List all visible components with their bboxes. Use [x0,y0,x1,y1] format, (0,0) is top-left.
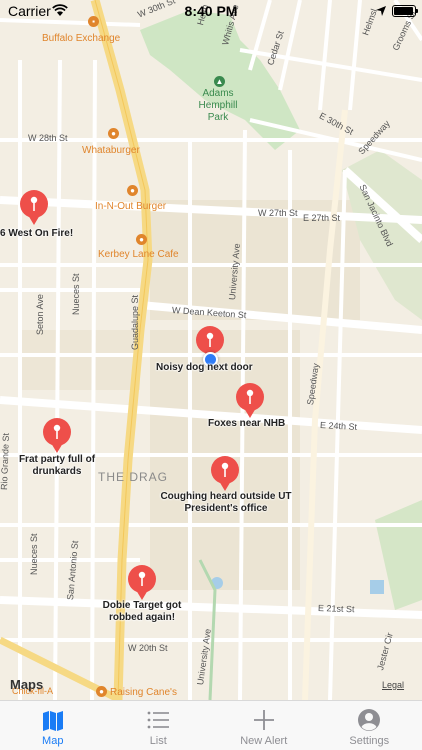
street-label: Nueces St [71,273,81,315]
alert-pin[interactable] [43,418,71,454]
street-label: W 27th St [258,208,298,218]
street-label: E 27th St [303,213,341,223]
food-icon: ● [96,686,107,697]
tab-list[interactable]: List [106,701,212,750]
map-icon [42,711,63,731]
maps-attribution: Maps [10,677,44,692]
street-label: E 24th St [319,420,358,432]
poi-adams-hemphill-park[interactable]: Adams Hemphill Park [192,88,244,124]
alert-label[interactable]: 6 West On Fire! [0,228,73,240]
poi-raising-canes[interactable]: Raising Cane's [110,687,177,698]
food-icon: ● [127,185,138,196]
tab-label: Settings [349,735,390,747]
alert-pin[interactable] [20,190,48,226]
poi-in-n-out[interactable]: In-N-Out Burger [95,201,166,212]
person-icon [358,709,381,731]
battery-icon [392,5,418,17]
status-bar: Carrier 8:40 PM [0,0,422,22]
status-time: 8:40 PM [184,3,238,19]
street-label: Nueces St [29,533,39,575]
tab-label: New Alert [240,735,288,747]
alert-pin[interactable] [211,456,239,492]
plus-icon [253,710,274,730]
legal-link[interactable]: Legal [382,680,404,690]
street-label: Seton Ave [35,294,45,335]
poi-buffalo-exchange[interactable]: Buffalo Exchange [42,33,120,44]
tab-new-alert[interactable]: New Alert [211,701,317,750]
alert-label[interactable]: Dobie Target got robbed again! [92,600,192,624]
alert-pin[interactable] [236,383,264,419]
tab-map[interactable]: Map [0,701,106,750]
street-label: E 21st St [317,603,355,615]
poi-kerbey-lane[interactable]: Kerbey Lane Cafe [98,249,179,260]
alert-label[interactable]: Frat party full of drunkards [14,454,100,478]
tab-bar: Map List New Alert Settings [0,700,422,750]
street-label: W 28th St [28,133,68,143]
location-arrow-icon [376,6,386,16]
district-label: THE DRAG [98,470,169,484]
map-view[interactable]: W 30th St Helm Whitis Ave Cedar St Helms… [0,0,422,700]
tab-label: Map [42,735,64,747]
poi-whataburger[interactable]: Whataburger [82,145,140,156]
tree-icon: ▲ [214,76,225,87]
food-icon: ● [136,234,147,245]
street-label: W 20th St [128,643,168,653]
street-label: Guadalupe St [130,294,140,350]
alert-pin[interactable] [128,565,156,601]
alert-label[interactable]: Foxes near NHB [208,418,285,430]
food-icon: ● [108,128,119,139]
alert-label[interactable]: Noisy dog next door [156,362,253,374]
alert-label[interactable]: Coughing heard outside UT President's of… [156,491,296,515]
tab-settings[interactable]: Settings [317,701,422,750]
list-icon [147,711,170,729]
tab-label: List [149,735,167,747]
